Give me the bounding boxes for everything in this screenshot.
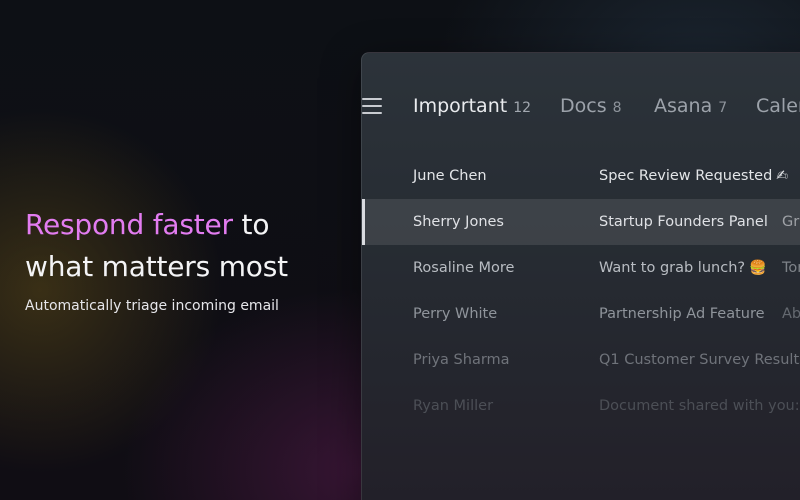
email-subject: Partnership Ad Feature bbox=[599, 306, 765, 322]
email-subject: Want to grab lunch? 🍔 bbox=[599, 260, 767, 276]
email-subject: Q1 Customer Survey Results bbox=[599, 352, 800, 368]
tab-count: 8 bbox=[612, 100, 622, 116]
email-subject: Spec Review Requested ✍ bbox=[599, 168, 789, 184]
email-preview: Tor bbox=[782, 260, 800, 276]
tab-asana[interactable]: Asana 7 bbox=[654, 95, 727, 117]
tab-label: Calen bbox=[756, 95, 800, 117]
hamburger-menu-icon[interactable] bbox=[362, 98, 382, 116]
email-sender: June Chen bbox=[413, 168, 487, 184]
email-sender: Ryan Miller bbox=[413, 398, 494, 414]
headline-line-2: what matters most bbox=[25, 250, 288, 283]
tab-label: Important bbox=[413, 95, 508, 117]
email-subject: Document shared with you: " bbox=[599, 398, 800, 414]
email-subject: Startup Founders Panel bbox=[599, 214, 768, 230]
headline-rest: to bbox=[232, 208, 270, 241]
tab-count: 7 bbox=[718, 100, 728, 116]
email-row-selected[interactable]: Sherry Jones Startup Founders Panel Gr bbox=[362, 199, 800, 245]
email-preview: Ab bbox=[782, 306, 800, 322]
inbox-window: Important 12 Docs 8 Asana 7 Calen June Chen… bbox=[361, 52, 800, 500]
tab-important[interactable]: Important 12 bbox=[413, 95, 531, 117]
writing-hand-icon: ✍ bbox=[776, 168, 789, 184]
email-sender: Sherry Jones bbox=[413, 214, 504, 230]
tab-count: 12 bbox=[513, 100, 532, 116]
tab-bar: Important 12 Docs 8 Asana 7 Calen bbox=[362, 87, 800, 127]
tab-label: Asana bbox=[654, 95, 713, 117]
hero-headline: Respond faster to what matters most bbox=[25, 204, 345, 288]
email-sender: Priya Sharma bbox=[413, 352, 510, 368]
email-sender: Rosaline More bbox=[413, 260, 515, 276]
email-row[interactable]: Rosaline More Want to grab lunch?🍔 Tor bbox=[362, 245, 800, 291]
email-preview: Gr bbox=[782, 214, 800, 230]
email-row[interactable]: Perry White Partnership Ad Feature Ab bbox=[362, 291, 800, 337]
email-row[interactable]: Ryan Miller Document shared with you: " bbox=[362, 383, 800, 429]
tab-label: Docs bbox=[560, 95, 607, 117]
tab-calendar[interactable]: Calen bbox=[756, 95, 800, 117]
hero-section: Respond faster to what matters most Autom… bbox=[25, 204, 345, 314]
email-row[interactable]: June Chen Spec Review Requested ✍ bbox=[362, 153, 800, 199]
email-row[interactable]: Priya Sharma Q1 Customer Survey Results bbox=[362, 337, 800, 383]
selection-bar bbox=[362, 199, 365, 245]
email-sender: Perry White bbox=[413, 306, 498, 322]
hamburger-food-icon: 🍔 bbox=[749, 260, 767, 276]
email-list: June Chen Spec Review Requested ✍ Sherry … bbox=[362, 153, 800, 429]
hero-subhead: Automatically triage incoming email bbox=[25, 298, 279, 314]
headline-accent: Respond faster bbox=[25, 208, 233, 241]
tab-docs[interactable]: Docs 8 bbox=[560, 95, 622, 117]
